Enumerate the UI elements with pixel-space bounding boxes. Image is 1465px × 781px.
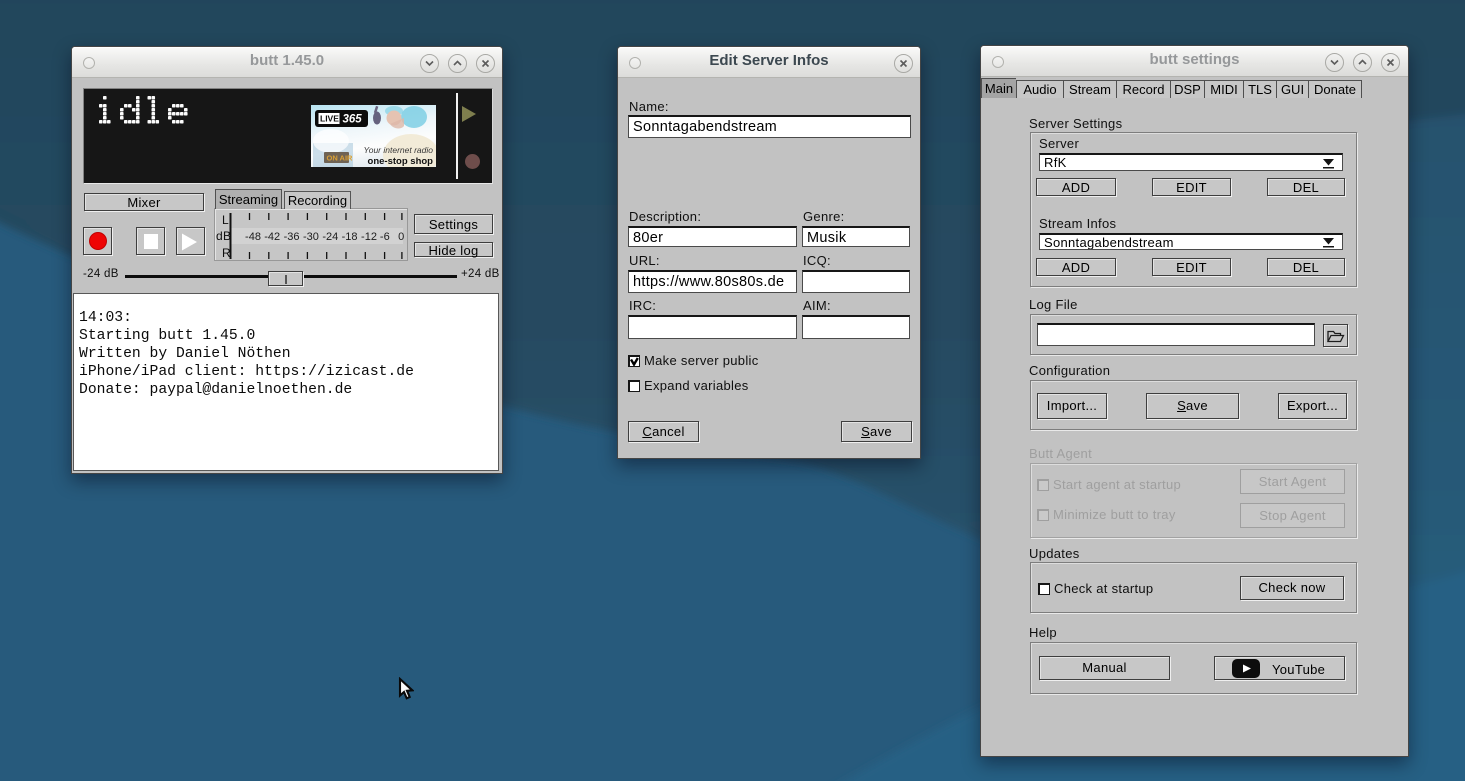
svg-text:-48: -48	[245, 231, 261, 243]
svg-text:-30: -30	[303, 231, 319, 243]
svg-text:-42: -42	[264, 231, 280, 243]
svg-text:-18: -18	[342, 231, 358, 243]
svg-text:ON AIR: ON AIR	[327, 154, 354, 163]
svg-text:0: 0	[398, 231, 404, 243]
svg-text:-24: -24	[322, 231, 338, 243]
svg-text:LIVE: LIVE	[320, 114, 339, 124]
svg-text:-36: -36	[284, 231, 300, 243]
svg-text:-12: -12	[361, 231, 377, 243]
svg-text:Your internet radio: Your internet radio	[364, 145, 434, 155]
svg-text:one-stop shop: one-stop shop	[368, 156, 434, 167]
svg-text:-6: -6	[380, 231, 390, 243]
svg-text:365: 365	[343, 114, 363, 126]
